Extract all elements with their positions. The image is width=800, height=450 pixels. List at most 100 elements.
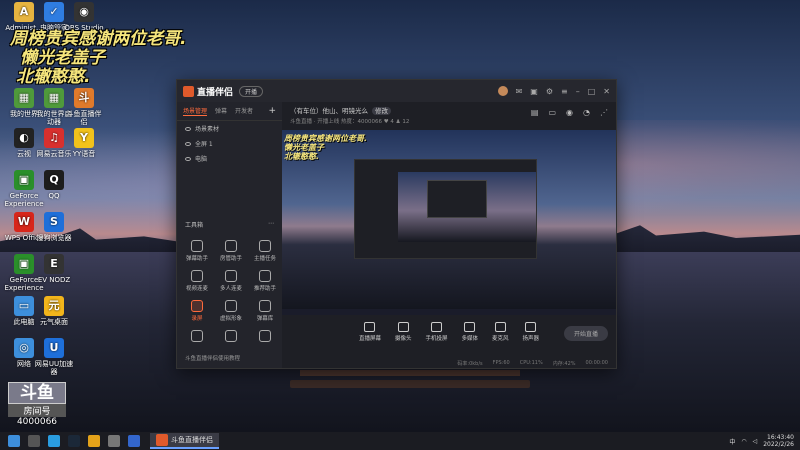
tab-danmaku[interactable]: 弹幕	[215, 106, 227, 116]
search-icon[interactable]	[28, 435, 40, 447]
tool-label: 推荐助手	[253, 286, 276, 292]
tool-label: 弹幕库	[256, 316, 274, 322]
tool-button[interactable]: 视频连麦	[181, 270, 213, 292]
tool-button[interactable]	[249, 330, 281, 344]
tool-icon	[191, 270, 203, 282]
tool-button[interactable]: 主播任务	[249, 240, 281, 262]
scene-item[interactable]: 电脑	[177, 151, 282, 166]
desktop-icon-label: 斗鱼直播伴侣	[66, 110, 102, 126]
status-pill[interactable]: 开播	[239, 85, 264, 97]
tool-button[interactable]: 录屏	[181, 300, 213, 322]
eye-icon[interactable]	[185, 141, 191, 146]
desktop-icon[interactable]: S 搜狗浏览器	[34, 212, 74, 242]
menu-icon[interactable]: ≡	[561, 87, 568, 96]
desktop-icon[interactable]: E EV NODZ	[34, 254, 74, 284]
shop-icon[interactable]: ▤	[531, 108, 539, 117]
tool-button[interactable]: 弹幕库	[249, 300, 281, 322]
scene-item[interactable]: 场景素材	[177, 121, 282, 136]
overlay-line: 懒光老盖子	[20, 48, 105, 68]
maximize-icon[interactable]: □	[588, 87, 596, 96]
source-label: 直播屏幕	[358, 336, 381, 342]
sidebar-tabs: 场景管理 弹幕 开发者 +	[177, 102, 282, 121]
overlay-line: 周榜贵宾感谢两位老哥.	[10, 29, 187, 49]
source-label: 手机投屏	[425, 336, 448, 342]
scene-item[interactable]: 全屏 1	[177, 136, 282, 151]
source-button[interactable]: 摄像头	[394, 322, 412, 342]
source-label: 麦克风	[492, 336, 509, 342]
desktop-icon-label: 元气桌面	[40, 318, 68, 326]
desktop-icon[interactable]: Y YY语音	[64, 128, 104, 158]
volume-icon[interactable]: ◁	[753, 438, 758, 445]
gift-icon[interactable]: ▣	[530, 87, 538, 96]
status-item: 内存:42%	[552, 360, 576, 367]
tool-button[interactable]	[215, 330, 247, 344]
desktop-icon[interactable]: U 网易UU加速器	[34, 338, 74, 376]
chrome-icon[interactable]	[88, 435, 100, 447]
bell-icon[interactable]: ◔	[583, 108, 590, 117]
tool-icon	[191, 300, 203, 312]
source-icon	[525, 322, 537, 332]
scene-label: 电脑	[195, 156, 208, 163]
more-icon[interactable]: ⋯	[268, 220, 274, 229]
eye-icon[interactable]	[185, 156, 191, 161]
source-button[interactable]: 直播屏幕	[359, 322, 381, 342]
tool-button[interactable]: 多人连麦	[215, 270, 247, 292]
minimize-icon[interactable]: –	[576, 87, 580, 96]
avatar[interactable]	[497, 86, 508, 96]
message-icon[interactable]: ✉	[516, 87, 523, 96]
tab-scenes[interactable]: 场景管理	[183, 106, 208, 116]
source-label: 摄像头	[394, 336, 412, 342]
tool-button[interactable]	[181, 330, 213, 344]
tray-lang[interactable]: 中	[729, 437, 735, 446]
edit-tag[interactable]: 修改	[372, 107, 391, 115]
record-icon[interactable]: ◉	[566, 108, 573, 117]
tool-label: 弹幕助手	[185, 256, 208, 262]
add-scene-icon[interactable]: +	[268, 106, 276, 116]
source-button[interactable]: 手机投屏	[425, 322, 448, 342]
close-icon[interactable]: ✕	[603, 87, 610, 96]
start-live-button[interactable]: 开始直播	[563, 326, 608, 341]
steam-icon[interactable]	[68, 435, 80, 447]
scene-label: 场景素材	[195, 126, 220, 133]
toolbox-title: 工具箱	[185, 222, 204, 229]
scene-label: 全屏 1	[195, 141, 213, 148]
source-button[interactable]: 多媒体	[462, 322, 478, 342]
qq-icon[interactable]	[48, 435, 60, 447]
bench	[290, 380, 530, 388]
room-title: （有车位）他山、明镜光么	[290, 107, 368, 115]
status-item: 码率:0kb/s	[457, 360, 483, 367]
taskbar-app[interactable]: 斗鱼直播伴侣	[150, 433, 219, 449]
tool-icon	[191, 240, 203, 252]
screen-icon[interactable]: ▭	[548, 108, 556, 117]
tool-icon	[259, 240, 271, 252]
eye-icon[interactable]	[185, 126, 191, 131]
chat-overlay: 周榜贵宾感谢两位老哥. 懒光老盖子 北辙憨憨.	[10, 30, 186, 87]
source-button[interactable]: 扬声器	[523, 322, 539, 342]
tool-button[interactable]: 房管助手	[215, 240, 247, 262]
clock-date: 2022/2/26	[763, 441, 794, 448]
logo-icon	[183, 85, 194, 97]
settings-icon[interactable]	[108, 435, 120, 447]
desktop-icon[interactable]: 元元气桌面	[34, 296, 74, 326]
title-bar[interactable]: 直播伴侣 开播 ✉ ▣ ⚙ ≡ – □ ✕	[177, 80, 616, 102]
tab-developer[interactable]: 开发者	[235, 106, 253, 116]
desktop-icon[interactable]: ◉ OBS Studio	[64, 2, 104, 32]
toolbox-grid: 弹幕助手 房管助手 主播任务视频连麦 多人连麦 推荐助手录屏 虚拟形象 弹幕库	[181, 240, 281, 344]
browser-icon[interactable]	[128, 435, 140, 447]
source-button[interactable]: 麦克风	[492, 322, 509, 342]
desktop-icon[interactable]: Q QQ	[34, 170, 74, 200]
start-icon[interactable]	[8, 435, 20, 447]
tool-button[interactable]: 弹幕助手	[181, 240, 213, 262]
tool-icon	[259, 270, 271, 282]
tool-button[interactable]: 虚拟形象	[215, 300, 247, 322]
network-icon[interactable]: ◠	[741, 438, 746, 445]
stream-preview[interactable]: 周榜贵宾感谢两位老哥. 懒光老盖子 北辙憨憨.	[282, 130, 616, 315]
live-companion-window: 直播伴侣 开播 ✉ ▣ ⚙ ≡ – □ ✕ 场景管理 弹幕 开发者 + 场景素材…	[176, 79, 617, 369]
share-icon[interactable]: ⋰	[600, 108, 608, 117]
douyu-icon	[156, 434, 168, 446]
clock[interactable]: 16:43:40 2022/2/26	[763, 434, 794, 448]
settings-icon[interactable]: ⚙	[546, 87, 553, 96]
tutorial-link[interactable]: 斗鱼直播伴侣使用教程	[185, 354, 240, 362]
desktop-icon[interactable]: 斗斗鱼直播伴侣	[64, 88, 104, 126]
tool-button[interactable]: 推荐助手	[249, 270, 281, 292]
